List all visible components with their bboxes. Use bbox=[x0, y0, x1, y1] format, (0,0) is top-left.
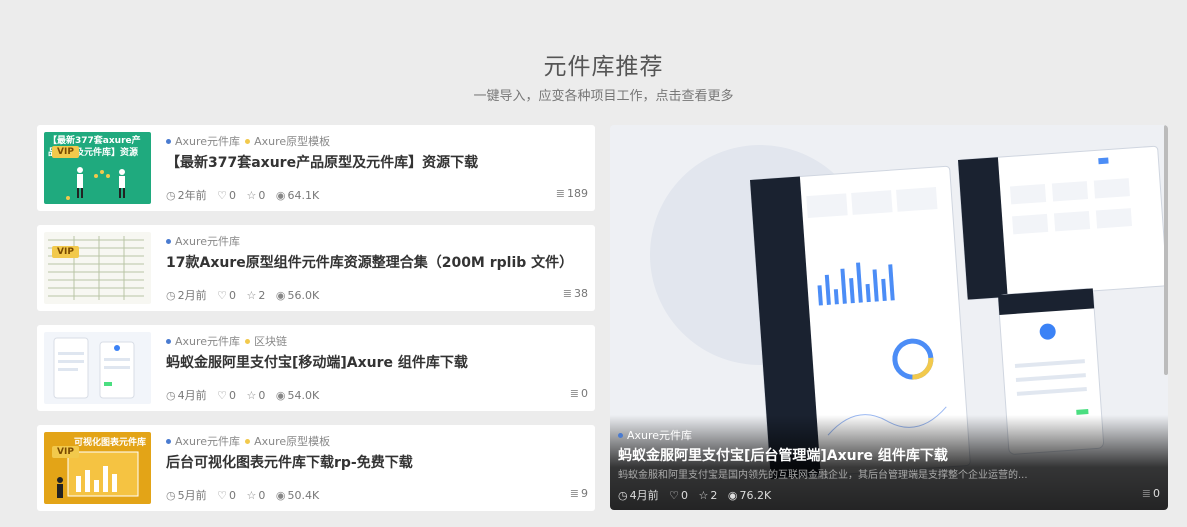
likes-count: 0 bbox=[228, 289, 236, 302]
card-categories: Axure元件库 Axure原型模板 bbox=[166, 133, 330, 149]
card-stats: ◷ 5月前 ♡ 0 ☆ 0 ◉ 50.4K bbox=[166, 487, 326, 503]
clock-icon: ◷ bbox=[166, 489, 176, 502]
category-link[interactable]: Axure元件库 bbox=[175, 335, 240, 348]
heart-icon[interactable]: ♡ bbox=[217, 289, 227, 302]
resource-card[interactable]: 可视化图表元件库 VIP Axure元件库 Axure原型模板 后台可视化图表元件… bbox=[37, 425, 595, 511]
download-count: ≣ 0 bbox=[1142, 487, 1160, 500]
eye-icon: ◉ bbox=[275, 189, 286, 202]
likes-count: 0 bbox=[680, 489, 688, 502]
category-link[interactable]: Axure元件库 bbox=[627, 429, 692, 442]
category-link[interactable]: Axure元件库 bbox=[175, 435, 240, 448]
card-thumbnail[interactable]: 【最新377套axure产品原型及元件库】资源 VIP bbox=[44, 132, 151, 204]
likes-count: 0 bbox=[228, 489, 236, 502]
featured-category[interactable]: Axure元件库 bbox=[618, 427, 692, 443]
star-icon[interactable]: ☆ bbox=[698, 489, 708, 502]
eye-icon: ◉ bbox=[275, 489, 286, 502]
time-text: 4月前 bbox=[629, 489, 659, 502]
favorites-count: 2 bbox=[258, 289, 266, 302]
stack-icon: ≣ bbox=[555, 187, 565, 200]
eye-icon: ◉ bbox=[275, 289, 286, 302]
heart-icon[interactable]: ♡ bbox=[669, 489, 679, 502]
featured-title[interactable]: 蚂蚁金服阿里支付宝[后台管理端]Axure 组件库下载 bbox=[618, 445, 948, 465]
star-icon[interactable]: ☆ bbox=[246, 189, 256, 202]
card-stats: ◷ 2年前 ♡ 0 ☆ 0 ◉ 64.1K bbox=[166, 187, 326, 203]
card-stats: ◷ 4月前 ♡ 0 ☆ 0 ◉ 54.0K bbox=[166, 387, 326, 403]
download-count: ≣ 0 bbox=[570, 387, 588, 400]
card-stats: ◷ 2月前 ♡ 0 ☆ 2 ◉ 56.0K bbox=[166, 287, 326, 303]
heart-icon[interactable]: ♡ bbox=[217, 489, 227, 502]
star-icon[interactable]: ☆ bbox=[246, 389, 256, 402]
card-thumbnail[interactable]: VIP bbox=[44, 232, 151, 304]
download-count-value: 9 bbox=[581, 487, 588, 500]
vip-badge: VIP bbox=[52, 246, 79, 258]
card-title[interactable]: 蚂蚁金服阿里支付宝[移动端]Axure 组件库下载 bbox=[166, 352, 468, 372]
heart-icon[interactable]: ♡ bbox=[217, 189, 227, 202]
category-link[interactable]: 区块链 bbox=[254, 335, 287, 348]
resource-card[interactable]: Axure元件库 区块链 蚂蚁金服阿里支付宝[移动端]Axure 组件库下载 ◷ 4… bbox=[37, 325, 595, 411]
time-text: 5月前 bbox=[177, 489, 207, 502]
card-categories: Axure元件库 bbox=[166, 233, 240, 249]
star-icon[interactable]: ☆ bbox=[246, 289, 256, 302]
card-title[interactable]: 17款Axure原型组件元件库资源整理合集（200M rplib 文件） bbox=[166, 252, 573, 272]
section-title: 元件库推荐 bbox=[543, 54, 664, 80]
download-count-value: 0 bbox=[1153, 487, 1160, 500]
time-text: 4月前 bbox=[177, 389, 207, 402]
category-link[interactable]: Axure原型模板 bbox=[254, 435, 330, 448]
download-count-value: 0 bbox=[581, 387, 588, 400]
eye-icon: ◉ bbox=[727, 489, 738, 502]
category-link[interactable]: Axure元件库 bbox=[175, 135, 240, 148]
card-categories: Axure元件库 区块链 bbox=[166, 333, 287, 349]
favorites-count: 0 bbox=[258, 189, 266, 202]
table-illustration bbox=[48, 236, 144, 300]
resource-card[interactable]: VIP Axure元件库 17款Axure原型组件元件库资源整理合集（200M … bbox=[37, 225, 595, 311]
category-link[interactable]: Axure元件库 bbox=[175, 235, 240, 248]
views-count: 76.2K bbox=[739, 489, 772, 502]
mobile-ui-illustration bbox=[53, 337, 135, 399]
time-text: 2年前 bbox=[177, 189, 207, 202]
favorites-count: 0 bbox=[258, 489, 266, 502]
people-illustration bbox=[66, 167, 125, 200]
clock-icon: ◷ bbox=[166, 189, 176, 202]
favorites-count: 2 bbox=[710, 489, 718, 502]
download-count-value: 38 bbox=[574, 287, 588, 300]
star-icon[interactable]: ☆ bbox=[246, 489, 256, 502]
vip-badge: VIP bbox=[52, 146, 79, 158]
featured-description: 蚂蚁金服和阿里支付宝是国内领先的互联网金融企业，其后台管理端是支撑整个企业运营的… bbox=[618, 470, 1028, 481]
clock-icon: ◷ bbox=[618, 489, 628, 502]
views-count: 56.0K bbox=[287, 289, 320, 302]
card-categories: Axure元件库 Axure原型模板 bbox=[166, 433, 330, 449]
featured-card[interactable]: Axure元件库 蚂蚁金服阿里支付宝[后台管理端]Axure 组件库下载 蚂蚁金… bbox=[610, 125, 1168, 510]
favorites-count: 0 bbox=[258, 389, 266, 402]
section-subtitle: 一键导入，应变各种项目工作，点击查看更多 bbox=[473, 89, 734, 104]
eye-icon: ◉ bbox=[275, 389, 286, 402]
stack-icon: ≣ bbox=[569, 387, 579, 400]
views-count: 50.4K bbox=[287, 489, 320, 502]
time-text: 2月前 bbox=[177, 289, 207, 302]
likes-count: 0 bbox=[228, 189, 236, 202]
views-count: 64.1K bbox=[287, 189, 320, 202]
download-count-value: 189 bbox=[567, 187, 588, 200]
category-link[interactable]: Axure原型模板 bbox=[254, 135, 330, 148]
card-thumbnail[interactable]: 可视化图表元件库 VIP bbox=[44, 432, 151, 504]
card-title[interactable]: 【最新377套axure产品原型及元件库】资源下载 bbox=[166, 152, 478, 172]
stack-icon: ≣ bbox=[569, 487, 579, 500]
heart-icon[interactable]: ♡ bbox=[217, 389, 227, 402]
download-count: ≣ 189 bbox=[556, 187, 588, 200]
clock-icon: ◷ bbox=[166, 289, 176, 302]
scrollbar[interactable] bbox=[1164, 125, 1168, 375]
download-count: ≣ 9 bbox=[570, 487, 588, 500]
stack-icon: ≣ bbox=[562, 287, 572, 300]
card-title[interactable]: 后台可视化图表元件库下载rp-免费下载 bbox=[166, 452, 413, 472]
download-count: ≣ 38 bbox=[563, 287, 588, 300]
card-thumbnail[interactable] bbox=[44, 332, 151, 404]
chart-illustration bbox=[57, 451, 139, 498]
featured-stats: ◷ 4月前 ♡ 0 ☆ 2 ◉ 76.2K bbox=[618, 487, 778, 503]
vip-badge: VIP bbox=[52, 446, 79, 458]
resource-card[interactable]: 【最新377套axure产品原型及元件库】资源 VIP Axure元件库 Axur… bbox=[37, 125, 595, 211]
likes-count: 0 bbox=[228, 389, 236, 402]
clock-icon: ◷ bbox=[166, 389, 176, 402]
views-count: 54.0K bbox=[287, 389, 320, 402]
stack-icon: ≣ bbox=[1141, 487, 1151, 500]
